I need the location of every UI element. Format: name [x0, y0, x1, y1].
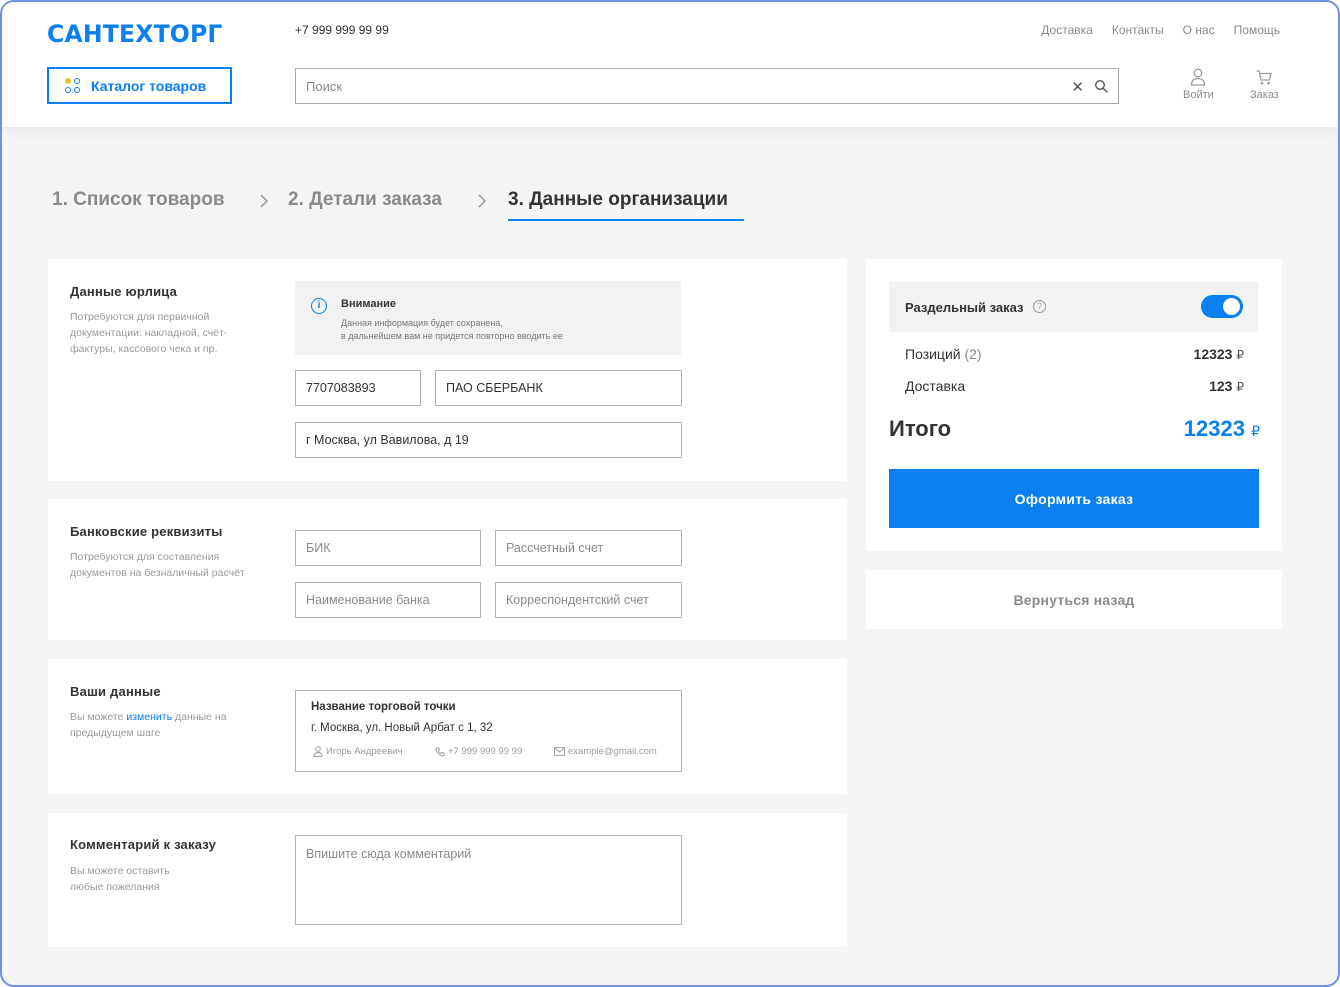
- mail-icon: [554, 747, 565, 756]
- comment-textarea[interactable]: [295, 835, 682, 925]
- page-frame: САНТЕХТОРГ +7 999 999 99 99 Доставка Кон…: [0, 0, 1340, 987]
- delivery-row: Доставка 123 ₽: [905, 378, 1244, 394]
- legal-entity-title: Данные юрлица: [70, 284, 178, 299]
- corr-account-placeholder: Корреспондентский счет: [506, 593, 649, 607]
- currency-sign: ₽: [1236, 348, 1244, 362]
- bank-name-field[interactable]: Наименование банка: [295, 582, 481, 618]
- address-value: г Москва, ул Вавилова, д 19: [306, 433, 469, 447]
- login-label: Войти: [1183, 89, 1214, 101]
- store-name: Название торговой точки: [311, 701, 456, 713]
- account-field[interactable]: Рассчетный счет: [495, 530, 682, 566]
- delivery-label: Доставка: [905, 378, 966, 394]
- catalog-grid-icon: [65, 77, 81, 94]
- step-order-details[interactable]: 2. Детали заказа: [288, 189, 442, 211]
- inn-field[interactable]: 7707083893: [295, 370, 421, 406]
- step-organization-data[interactable]: 3. Данные организации: [508, 189, 728, 211]
- nav-link-contacts[interactable]: Контакты: [1112, 23, 1164, 37]
- phone-icon: [435, 747, 445, 756]
- org-name-field[interactable]: ПАО СБЕРБАНК: [435, 370, 682, 406]
- catalog-button-label: Каталог товаров: [91, 77, 207, 94]
- contact-person: Игорь Андреевич: [313, 746, 403, 757]
- positions-value: 12323: [1193, 346, 1233, 362]
- catalog-button[interactable]: Каталог товаров: [47, 67, 232, 104]
- top-nav: Доставка Контакты О нас Помощь: [1041, 23, 1280, 37]
- bank-details-desc: Потребуются для составления документов н…: [70, 551, 245, 579]
- comment-title: Комментарий к заказу: [70, 837, 217, 852]
- positions-count: (2): [964, 346, 982, 362]
- address-field[interactable]: г Москва, ул Вавилова, д 19: [295, 422, 682, 458]
- split-order-row: Раздельный заказ ?: [889, 282, 1258, 332]
- bank-details-title: Банковские реквизиты: [70, 524, 223, 539]
- bik-placeholder: БИК: [306, 541, 331, 555]
- search-input[interactable]: [296, 69, 1036, 103]
- person-icon: [313, 746, 323, 757]
- cart-button[interactable]: Заказ: [1250, 68, 1279, 101]
- chevron-right-icon: [260, 194, 269, 208]
- split-order-toggle[interactable]: [1201, 295, 1243, 318]
- positions-label: Позиций: [905, 346, 961, 362]
- place-order-button[interactable]: Оформить заказ: [889, 469, 1259, 528]
- legal-entity-panel: Данные юрлица Потребуются для первичной …: [48, 259, 847, 481]
- site-header: САНТЕХТОРГ +7 999 999 99 99 Доставка Кон…: [2, 2, 1338, 127]
- legal-entity-desc: Потребуются для первичной документации: …: [70, 311, 228, 355]
- your-data-desc: Вы можете изменить данные на предыдущем …: [70, 711, 227, 739]
- clear-search-icon[interactable]: ✕: [1071, 78, 1084, 96]
- order-summary-panel: Раздельный заказ ? Позиций (2) 12323 ₽ Д…: [866, 259, 1282, 551]
- comment-desc: Вы можете оставить любые пожелания: [70, 865, 170, 893]
- bank-details-panel: Банковские реквизиты Потребуются для сос…: [48, 499, 847, 640]
- change-data-link[interactable]: изменить: [126, 711, 172, 723]
- active-step-underline: [508, 219, 744, 221]
- account-placeholder: Рассчетный счет: [506, 541, 604, 555]
- currency-sign: ₽: [1251, 423, 1260, 439]
- notice-line-1: Данная информация будет сохранена,: [341, 318, 503, 328]
- currency-sign: ₽: [1236, 380, 1244, 394]
- nav-link-help[interactable]: Помощь: [1234, 23, 1280, 37]
- search-box: ✕: [295, 68, 1119, 104]
- info-icon: i: [311, 298, 327, 314]
- your-data-title: Ваши данные: [70, 684, 161, 699]
- total-label: Итого: [889, 416, 952, 441]
- step-list-items[interactable]: 1. Список товаров: [52, 189, 225, 211]
- cart-icon: [1256, 70, 1273, 85]
- notice-line-2: в дальнейшем вам не придется повторно вв…: [341, 331, 563, 341]
- bik-field[interactable]: БИК: [295, 530, 481, 566]
- store-card: Название торговой точки г. Москва, ул. Н…: [295, 690, 682, 772]
- user-icon: [1191, 68, 1206, 86]
- notice-title: Внимание: [341, 298, 396, 310]
- toggle-knob: [1223, 298, 1240, 315]
- delivery-value: 123: [1209, 378, 1233, 394]
- corr-account-field[interactable]: Корреспондентский счет: [495, 582, 682, 618]
- cart-label: Заказ: [1250, 89, 1279, 101]
- go-back-button[interactable]: Вернуться назад: [866, 570, 1282, 629]
- split-order-label: Раздельный заказ: [905, 300, 1024, 315]
- your-data-panel: Ваши данные Вы можете изменить данные на…: [48, 659, 847, 794]
- contact-phone: +7 999 999 99 99: [435, 746, 522, 757]
- positions-row: Позиций (2) 12323 ₽: [905, 346, 1244, 362]
- store-address: г. Москва, ул. Новый Арбат с 1, 32: [311, 722, 493, 734]
- total-value: 12323: [1183, 416, 1245, 441]
- notice-box: i Внимание Данная информация будет сохра…: [295, 281, 681, 355]
- chevron-right-icon: [478, 194, 487, 208]
- logo[interactable]: САНТЕХТОРГ: [47, 20, 223, 48]
- inn-value: 7707083893: [306, 381, 376, 395]
- notice-text: Данная информация будет сохранена, в дал…: [341, 317, 563, 343]
- contact-email: example@gmail.com: [554, 746, 657, 757]
- login-button[interactable]: Войти: [1183, 68, 1214, 101]
- org-name-value: ПАО СБЕРБАНК: [446, 381, 543, 395]
- nav-link-about[interactable]: О нас: [1183, 23, 1215, 37]
- help-icon[interactable]: ?: [1033, 300, 1046, 313]
- search-icon[interactable]: [1094, 79, 1108, 93]
- bank-name-placeholder: Наименование банка: [306, 593, 430, 607]
- comment-panel: Комментарий к заказу Вы можете оставить …: [48, 813, 847, 947]
- nav-link-delivery[interactable]: Доставка: [1041, 23, 1093, 37]
- total-row: Итого 12323 ₽: [889, 416, 1260, 442]
- header-phone[interactable]: +7 999 999 99 99: [295, 23, 389, 37]
